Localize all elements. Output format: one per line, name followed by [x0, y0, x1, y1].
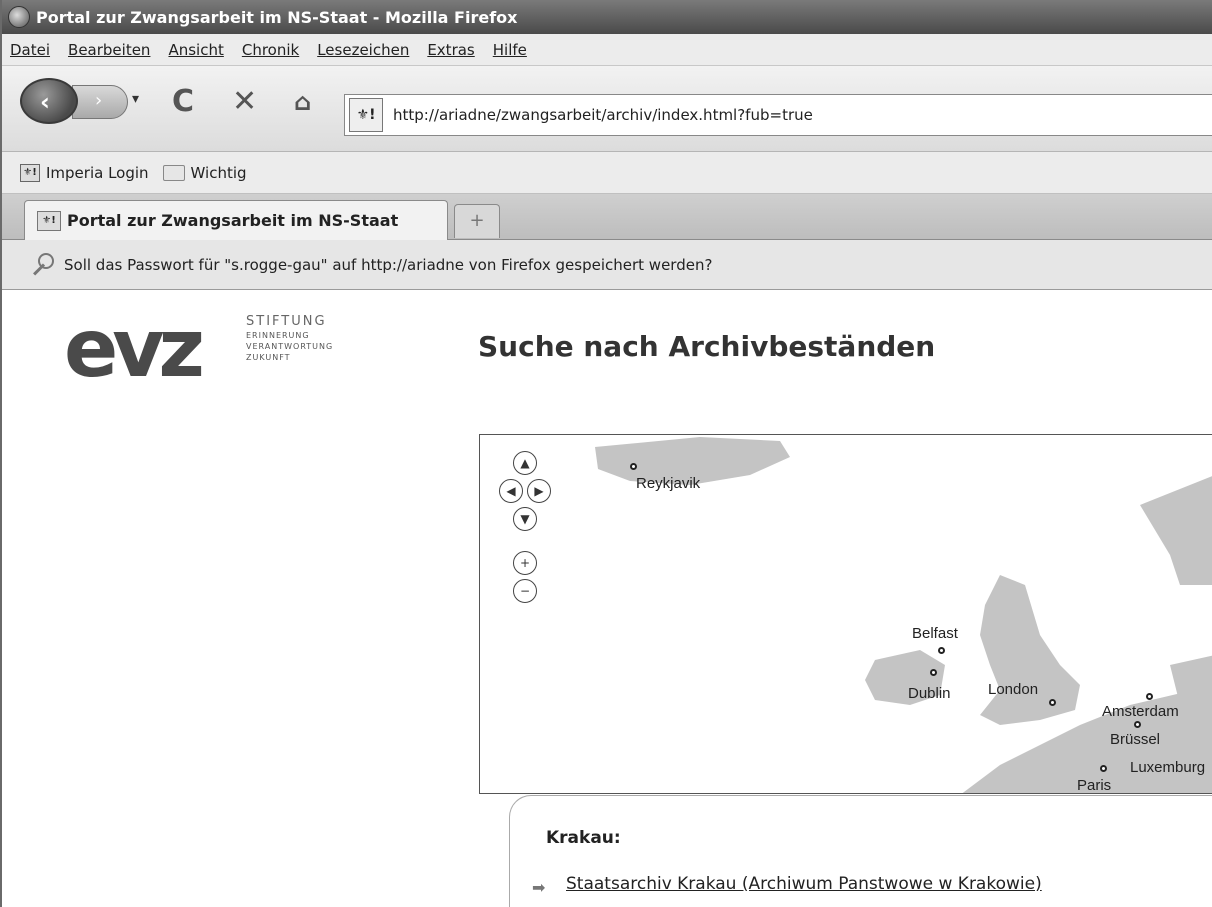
menu-extras[interactable]: Extras: [427, 41, 474, 59]
url-bar[interactable]: ⚜! http://ariadne/zwangsarbeit/archiv/in…: [344, 94, 1212, 136]
tab-strip: ⚜! Portal zur Zwangsarbeit im NS-Staat +: [2, 194, 1212, 240]
pan-left-button[interactable]: ◀: [499, 479, 523, 503]
firefox-icon: [8, 6, 30, 28]
city-label-bruessel: Brüssel: [1110, 731, 1161, 748]
evz-logo[interactable]: evz STIFTUNG ERINNERUNG VERANTWORTUNG ZU…: [64, 309, 364, 389]
logo-mark: evz: [64, 302, 205, 395]
arrow-right-icon: ➡: [532, 878, 546, 897]
chevron-right-icon: ›: [95, 90, 103, 111]
bookmark-label: Wichtig: [190, 163, 247, 182]
reload-icon[interactable]: C: [172, 84, 194, 119]
menu-ansicht[interactable]: Ansicht: [168, 41, 223, 59]
menu-bar: Datei Bearbeiten Ansicht Chronik Lesezei…: [2, 34, 1212, 66]
pan-down-button[interactable]: ▼: [513, 507, 537, 531]
key-icon: [26, 251, 54, 279]
logo-line-verantwortung: VERANTWORTUNG: [246, 342, 334, 351]
bookmark-wichtig[interactable]: Wichtig: [162, 163, 247, 182]
location-popup: Krakau: ➡ Staatsarchiv Krakau (Archiwum …: [509, 795, 1212, 907]
bookmark-imperia-login[interactable]: ⚜! Imperia Login: [20, 163, 149, 182]
browser-window: Portal zur Zwangsarbeit im NS-Staat - Mo…: [0, 0, 1212, 907]
tab-label: Portal zur Zwangsarbeit im NS-Staat: [67, 211, 399, 230]
logo-line-stiftung: STIFTUNG: [246, 314, 327, 329]
chevron-left-icon: ‹: [40, 88, 50, 116]
city-marker[interactable]: [630, 463, 637, 470]
city-marker[interactable]: [1134, 721, 1141, 728]
menu-hilfe[interactable]: Hilfe: [493, 41, 527, 59]
folder-icon: [162, 164, 185, 181]
city-label-london: London: [988, 681, 1039, 698]
window-title: Portal zur Zwangsarbeit im NS-Staat - Mo…: [36, 7, 518, 27]
pan-up-button[interactable]: ▲: [513, 451, 537, 475]
back-button[interactable]: ‹: [20, 78, 78, 124]
city-label-reykjavik: Reykjavik: [636, 475, 701, 492]
map-land-shapes: [595, 437, 1212, 793]
city-label-dublin: Dublin: [908, 685, 951, 702]
bookmark-label: Imperia Login: [46, 163, 149, 182]
zoom-out-button[interactable]: −: [513, 579, 537, 603]
page-content: evz STIFTUNG ERINNERUNG VERANTWORTUNG ZU…: [2, 290, 1212, 907]
city-label-luxemburg: Luxemburg: [1130, 759, 1206, 776]
back-forward-group: › ‹ ▾: [20, 78, 150, 124]
city-marker[interactable]: [1146, 693, 1153, 700]
pan-right-button[interactable]: ▶: [527, 479, 551, 503]
menu-chronik[interactable]: Chronik: [242, 41, 299, 59]
tab-active[interactable]: ⚜! Portal zur Zwangsarbeit im NS-Staat: [24, 200, 448, 240]
password-notification-bar: Soll das Passwort für "s.rogge-gau" auf …: [2, 240, 1212, 290]
archive-map[interactable]: ▲ ◀ ▶ ▼ + − Reykjavik Belfast Dublin Lon…: [479, 434, 1212, 794]
tab-favicon-icon: ⚜!: [37, 210, 61, 231]
logo-line-erinnerung: ERINNERUNG: [246, 331, 310, 340]
url-text[interactable]: http://ariadne/zwangsarbeit/archiv/index…: [393, 106, 813, 124]
city-marker[interactable]: [938, 647, 945, 654]
new-tab-button[interactable]: +: [454, 204, 500, 238]
history-dropdown-icon[interactable]: ▾: [132, 91, 139, 107]
forward-button[interactable]: ›: [72, 85, 128, 119]
page-title: Suche nach Archivbeständen: [478, 330, 936, 363]
menu-bearbeiten[interactable]: Bearbeiten: [68, 41, 150, 59]
menu-datei[interactable]: Datei: [10, 41, 50, 59]
logo-line-zukunft: ZUKUNFT: [246, 353, 291, 362]
city-label-belfast: Belfast: [912, 625, 958, 642]
notification-text: Soll das Passwort für "s.rogge-gau" auf …: [64, 255, 713, 274]
zoom-in-button[interactable]: +: [513, 551, 537, 575]
city-label-paris: Paris: [1077, 777, 1112, 794]
archive-link[interactable]: Staatsarchiv Krakau (Archiwum Panstwowe …: [566, 874, 1042, 894]
site-icon: ⚜!: [20, 163, 40, 182]
bookmarks-toolbar: ⚜! Imperia Login Wichtig: [2, 152, 1212, 194]
city-marker[interactable]: [1100, 765, 1107, 772]
home-icon[interactable]: ⌂: [294, 88, 311, 116]
popup-title: Krakau:: [546, 828, 621, 848]
logo-text: STIFTUNG ERINNERUNG VERANTWORTUNG ZUKUNF…: [246, 314, 333, 363]
city-label-amsterdam: Amsterdam: [1102, 703, 1179, 720]
stop-icon[interactable]: ✕: [232, 84, 257, 119]
menu-lesezeichen[interactable]: Lesezeichen: [317, 41, 409, 59]
city-marker[interactable]: [930, 669, 937, 676]
city-marker[interactable]: [1049, 699, 1056, 706]
site-identity-icon[interactable]: ⚜!: [349, 98, 383, 132]
title-bar: Portal zur Zwangsarbeit im NS-Staat - Mo…: [2, 0, 1212, 34]
navigation-toolbar: › ‹ ▾ C ✕ ⌂ ⚜! http://ariadne/zwangsarbe…: [2, 66, 1212, 152]
